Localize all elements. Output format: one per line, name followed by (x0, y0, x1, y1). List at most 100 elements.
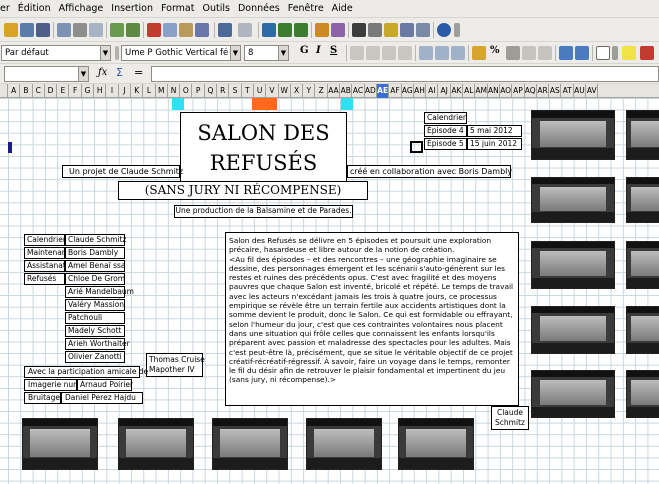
menu-help[interactable]: Aide (332, 3, 353, 14)
column-header-al[interactable]: AL (463, 84, 476, 98)
font-size-select[interactable]: 8 ▼ (244, 45, 289, 61)
video-thumbnail[interactable] (531, 110, 615, 160)
column-header-q[interactable]: Q (205, 84, 218, 98)
column-header-av[interactable]: AV (586, 84, 599, 98)
column-header-f[interactable]: F (70, 84, 82, 98)
column-header-an[interactable]: AN (488, 84, 500, 98)
background-color-icon[interactable] (622, 46, 636, 60)
align-left-icon[interactable] (350, 46, 364, 60)
video-thumbnail[interactable] (22, 418, 98, 470)
column-header-ae[interactable]: AE (377, 84, 390, 98)
menu-edit[interactable]: Édition (18, 3, 51, 14)
standard-number-icon[interactable] (506, 46, 520, 60)
zoom-icon[interactable] (416, 23, 430, 37)
column-header-ao[interactable]: AO (500, 84, 513, 98)
sum-icon[interactable]: Σ (116, 66, 123, 79)
chevron-down-icon[interactable]: ▼ (278, 46, 288, 60)
column-header-v[interactable]: V (266, 84, 279, 98)
column-header-y[interactable]: Y (303, 84, 316, 98)
menu-tools[interactable]: Outils (202, 3, 229, 14)
save-icon[interactable] (36, 23, 50, 37)
data-sources-icon[interactable] (400, 23, 414, 37)
column-header-as[interactable]: AS (549, 84, 562, 98)
column-header-b[interactable]: B (20, 84, 33, 98)
percent-button[interactable]: % (490, 45, 500, 56)
pivot-table-icon[interactable] (331, 23, 345, 37)
column-header-w[interactable]: W (279, 84, 291, 98)
column-header-h[interactable]: H (94, 84, 107, 98)
align-top-icon[interactable] (435, 46, 449, 60)
column-header-ac[interactable]: AC (352, 84, 365, 98)
video-thumbnail[interactable] (531, 306, 615, 354)
video-thumbnail[interactable] (306, 418, 382, 470)
column-header-ap[interactable]: AP (512, 84, 525, 98)
chevron-down-icon[interactable]: ▼ (78, 67, 88, 81)
decrease-indent-icon[interactable] (559, 46, 573, 60)
chevron-down-icon[interactable]: ▼ (230, 46, 240, 60)
column-header-u[interactable]: U (254, 84, 267, 98)
chart-icon[interactable] (315, 23, 329, 37)
column-header-am[interactable]: AM (475, 84, 488, 98)
video-thumbnail[interactable] (212, 418, 288, 470)
currency-icon[interactable] (472, 46, 486, 60)
column-header-ag[interactable]: AG (402, 84, 414, 98)
underline-button[interactable]: S (330, 45, 337, 56)
font-name-select[interactable]: Ume P Gothic Vertical fé ▼ (121, 45, 241, 61)
column-header-au[interactable]: AU (574, 84, 587, 98)
cell-cursor[interactable] (410, 141, 423, 153)
toolbar-overflow-icon[interactable] (454, 23, 460, 37)
video-thumbnail[interactable] (531, 177, 615, 223)
sort-descending-icon[interactable] (294, 23, 308, 37)
borders-dropdown-icon[interactable] (612, 46, 618, 60)
column-header-aj[interactable]: AJ (439, 84, 451, 98)
column-header-t[interactable]: T (242, 84, 254, 98)
hyperlink-icon[interactable] (262, 23, 276, 37)
help-icon[interactable] (437, 23, 451, 37)
column-header-o[interactable]: O (180, 84, 193, 98)
style-select[interactable]: Par défaut ▼ (1, 45, 111, 61)
column-header-x[interactable]: X (291, 84, 304, 98)
column-header-z[interactable]: Z (316, 84, 328, 98)
video-thumbnail[interactable] (626, 370, 659, 418)
video-thumbnail[interactable] (626, 110, 659, 160)
justify-icon[interactable] (398, 46, 412, 60)
column-header-e[interactable]: E (57, 84, 70, 98)
menu-file[interactable]: er (0, 3, 10, 14)
menu-window[interactable]: Fenêtre (288, 3, 324, 14)
function-wizard-icon[interactable]: ƒx (98, 67, 107, 78)
print-icon[interactable] (73, 23, 87, 37)
menu-data[interactable]: Données (238, 3, 280, 14)
column-header-ai[interactable]: AI (426, 84, 439, 98)
column-header-aq[interactable]: AQ (525, 84, 537, 98)
font-color-icon[interactable] (640, 46, 654, 60)
column-header-p[interactable]: P (193, 84, 205, 98)
column-header-ad[interactable]: AD (365, 84, 377, 98)
align-center-icon[interactable] (366, 46, 380, 60)
column-header-c[interactable]: C (33, 84, 45, 98)
menu-insert[interactable]: Insertion (111, 3, 153, 14)
column-header-ab[interactable]: AB (340, 84, 353, 98)
column-header-a[interactable]: A (8, 84, 21, 98)
print-preview-icon[interactable] (89, 23, 103, 37)
merge-cells-icon[interactable] (419, 46, 433, 60)
column-header-ah[interactable]: AH (414, 84, 427, 98)
sort-ascending-icon[interactable] (278, 23, 292, 37)
cut-icon[interactable] (147, 23, 161, 37)
column-header-i[interactable]: I (106, 84, 119, 98)
undo-icon[interactable] (218, 23, 232, 37)
borders-icon[interactable] (596, 46, 610, 60)
column-header-ar[interactable]: AR (537, 84, 550, 98)
column-header-g[interactable]: G (82, 84, 95, 98)
column-header-d[interactable]: D (45, 84, 58, 98)
chevron-down-icon[interactable]: ▼ (100, 46, 110, 60)
column-header-n[interactable]: N (168, 84, 181, 98)
autospell-icon[interactable] (126, 23, 140, 37)
video-thumbnail[interactable] (531, 370, 615, 418)
edit-file-icon[interactable] (57, 23, 71, 37)
find-replace-icon[interactable] (352, 23, 366, 37)
open-icon[interactable] (20, 23, 34, 37)
name-box[interactable]: ▼ (4, 66, 89, 82)
spellcheck-icon[interactable] (110, 23, 124, 37)
menu-view[interactable]: Affichage (59, 3, 104, 14)
new-document-icon[interactable] (4, 23, 18, 37)
